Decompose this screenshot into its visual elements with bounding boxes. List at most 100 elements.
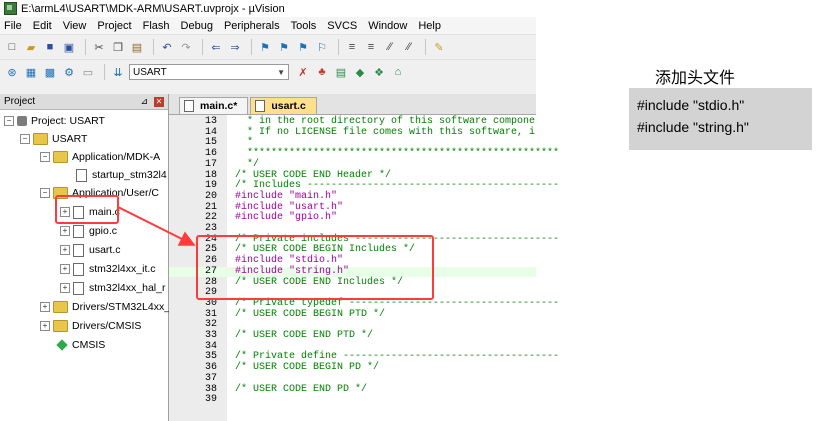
menu-peripherals[interactable]: Peripherals [224, 20, 280, 32]
code-text: */ [235, 158, 260, 170]
tree-node-project[interactable]: − Project: USART [4, 112, 105, 130]
translate-icon[interactable]: ⊛ [4, 65, 20, 79]
editor-tabs: main.c* usart.c [169, 94, 536, 115]
menu-debug[interactable]: Debug [181, 20, 213, 32]
copy-icon[interactable]: ❐ [110, 40, 126, 54]
cut-icon[interactable]: ✂ [91, 40, 107, 54]
save-all-icon[interactable]: ▣ [61, 40, 77, 54]
tree-node-group[interactable]: − Application/MDK-A [40, 148, 160, 166]
close-icon[interactable]: ✕ [154, 96, 164, 107]
expand-icon[interactable]: + [60, 283, 70, 293]
tree-node-component[interactable]: CMSIS [56, 336, 105, 354]
expand-icon[interactable]: + [40, 321, 50, 331]
expand-icon[interactable]: + [60, 226, 70, 236]
code-area[interactable]: 13 * in the root directory of this softw… [169, 115, 559, 421]
open-folder-icon[interactable]: ▰ [23, 40, 39, 54]
collapse-icon[interactable]: − [4, 116, 14, 126]
nav-forward-icon[interactable]: ⇒ [227, 40, 243, 54]
tree-node-target[interactable]: − USART [20, 130, 87, 148]
new-file-icon[interactable]: □ [4, 40, 20, 54]
code-line: 17 */ [169, 158, 536, 170]
code-text: /* Private typedef ---------------------… [235, 297, 560, 309]
bookmark-next-icon[interactable]: ⚑ [295, 40, 311, 54]
menu-svcs[interactable]: SVCS [327, 20, 357, 32]
batch-build-icon[interactable]: ⚙ [61, 65, 77, 79]
code-line: 38 /* USER CODE END PD */ [169, 384, 536, 395]
project-panel: Project ⊿ ✕ − Project: USART − USART − A… [0, 94, 170, 421]
build-toolbar: ⊛ ▦ ▩ ⚙ ▭ ⇊ USART ▼ ✗ ♣ ▤ ◆ ❖ ⌂ [0, 59, 536, 84]
collapse-icon[interactable]: − [40, 188, 50, 198]
menu-flash[interactable]: Flash [143, 20, 170, 32]
menu-help[interactable]: Help [418, 20, 441, 32]
bookmark-prev-icon[interactable]: ⚑ [276, 40, 292, 54]
comment-icon[interactable]: ⁄⁄ [382, 40, 398, 54]
rebuild-icon[interactable]: ▩ [42, 65, 58, 79]
code-line: 21 #include "usart.h" [169, 202, 536, 213]
line-number: 39 [204, 394, 217, 406]
build-icon[interactable]: ▦ [23, 65, 39, 79]
expand-icon[interactable]: + [60, 207, 70, 217]
code-text: #include "main.h" [235, 190, 338, 202]
unindent-icon[interactable]: ≡ [363, 40, 379, 54]
pack-installer-icon[interactable]: ◆ [352, 65, 368, 79]
nav-back-icon[interactable]: ⇐ [208, 40, 224, 54]
tab-main-c[interactable]: main.c* [179, 97, 249, 114]
code-line: 22 #include "gpio.h" [169, 213, 536, 223]
tab-label: main.c* [200, 100, 238, 112]
tree-node-file[interactable]: + usart.c [60, 241, 121, 259]
tree-node-file[interactable]: + stm32l4xx_it.c [60, 260, 156, 278]
line-number: 27 [204, 265, 217, 277]
file-icon [73, 281, 84, 295]
undo-icon[interactable]: ↶ [159, 40, 175, 54]
run-time-env-icon[interactable]: ⌂ [390, 65, 406, 79]
menu-window[interactable]: Window [368, 20, 407, 32]
save-icon[interactable]: ■ [42, 40, 58, 54]
uncomment-icon[interactable]: ⁄⁄ [401, 40, 417, 54]
menu-file[interactable]: File [4, 20, 22, 32]
component-icon [56, 339, 68, 351]
toolbar-divider [85, 39, 86, 55]
target-select[interactable]: USART ▼ [129, 64, 289, 80]
expand-icon[interactable]: + [60, 264, 70, 274]
download-icon[interactable]: ⇊ [110, 65, 126, 79]
redo-icon[interactable]: ↷ [178, 40, 194, 54]
target-options-icon[interactable]: ✗ [295, 65, 311, 79]
code-line: 37 [169, 373, 536, 384]
folder-icon [53, 187, 68, 199]
menu-project[interactable]: Project [97, 20, 131, 32]
manage-components-icon[interactable]: ♣ [314, 65, 330, 79]
tree-node-file[interactable]: + stm32l4xx_hal_r [60, 279, 165, 297]
collapse-icon[interactable]: − [20, 134, 30, 144]
code-text: /* USER CODE BEGIN PD */ [235, 362, 380, 374]
find-in-files-icon[interactable]: ✎ [431, 40, 447, 54]
tab-usart-c[interactable]: usart.c [250, 97, 317, 114]
tree-node-group[interactable]: − Application/User/C [40, 184, 159, 202]
line-number: 15 [204, 137, 217, 149]
tree-node-file[interactable]: + main.c [60, 203, 120, 221]
menu-edit[interactable]: Edit [33, 20, 52, 32]
bookmark-icon[interactable]: ⚑ [257, 40, 273, 54]
expand-icon[interactable]: + [40, 302, 50, 312]
indent-icon[interactable]: ≡ [344, 40, 360, 54]
code-text: #include "string.h" [235, 265, 350, 277]
pin-icon[interactable]: ⊿ [140, 96, 148, 107]
code-line: 32 [169, 320, 536, 330]
tree-node-group[interactable]: + Drivers/STM32L4xx_ [40, 298, 170, 316]
line-number: 23 [204, 223, 217, 234]
code-text: /* Private define ----------------------… [235, 351, 560, 363]
tree-node-group[interactable]: + Drivers/CMSIS [40, 317, 141, 335]
menu-tools[interactable]: Tools [291, 20, 317, 32]
select-packs-icon[interactable]: ❖ [371, 65, 387, 79]
stop-build-icon[interactable]: ▭ [80, 65, 96, 79]
tree-node-label: Project: USART [31, 115, 105, 127]
bookmark-clear-icon[interactable]: ⚐ [314, 40, 330, 54]
tree-node-file[interactable]: startup_stm32l4 [76, 166, 167, 184]
menu-view[interactable]: View [63, 20, 87, 32]
code-line: 16 *************************************… [169, 149, 559, 159]
paste-icon[interactable]: ▤ [129, 40, 145, 54]
expand-icon[interactable]: + [60, 245, 70, 255]
collapse-icon[interactable]: − [40, 152, 50, 162]
file-extensions-icon[interactable]: ▤ [333, 65, 349, 79]
tree-node-file[interactable]: + gpio.c [60, 222, 117, 240]
line-number: 29 [204, 287, 217, 299]
